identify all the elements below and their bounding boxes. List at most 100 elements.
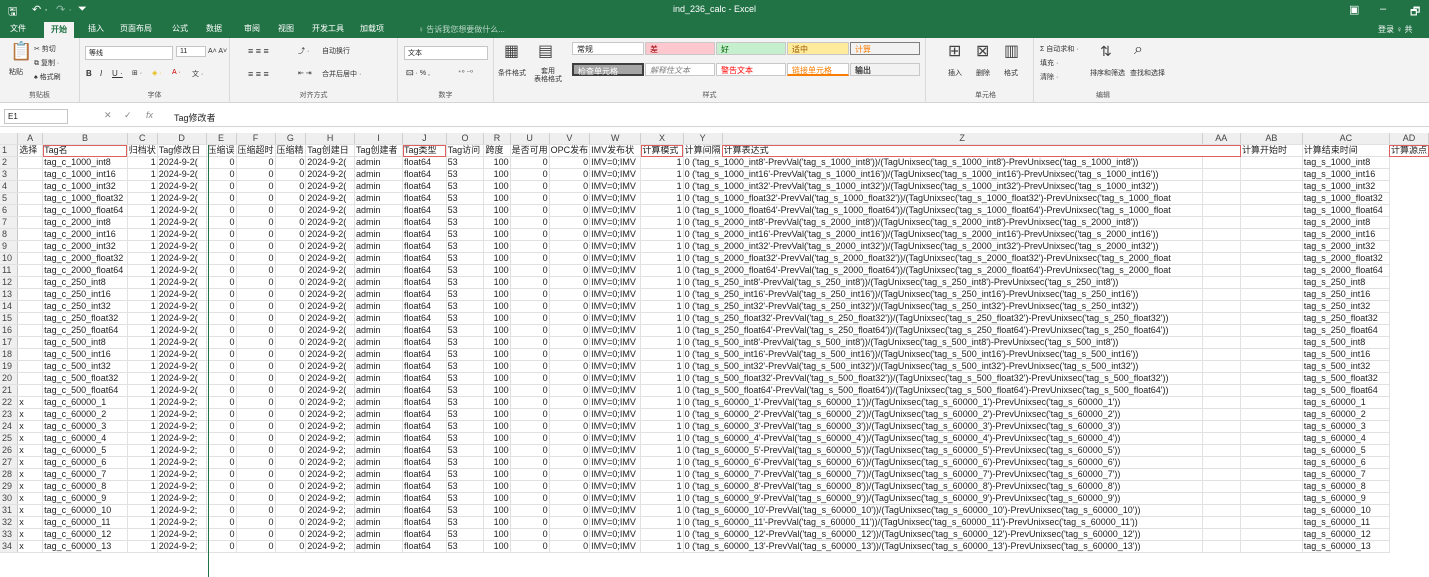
access-cell[interactable]: 53 (446, 432, 485, 445)
tag-name-cell[interactable]: tag_c_60000_11 (42, 516, 128, 529)
calc-expression-cell[interactable]: 0 ('tag_s_60000_7'-PrevVal('tag_s_60000_… (683, 468, 1203, 481)
comp-err-cell[interactable]: 0 (206, 396, 237, 409)
calc-source-cell[interactable]: tag_s_60000_1 (1302, 396, 1390, 409)
tag-type-cell[interactable]: float64 (402, 324, 447, 337)
modify-date-cell[interactable]: 2024-9-2; (157, 468, 207, 481)
span-cell[interactable]: 100 (483, 324, 511, 337)
creator-cell[interactable]: admin (354, 384, 404, 397)
select-cell[interactable] (17, 372, 44, 385)
access-cell[interactable]: 53 (446, 492, 485, 505)
comp-prec-cell[interactable]: 0 (275, 528, 307, 541)
calc-start-cell[interactable] (1202, 264, 1242, 277)
tag-name-cell[interactable]: tag_c_60000_7 (42, 468, 128, 481)
calc-end-cell[interactable] (1240, 324, 1303, 337)
access-cell[interactable]: 53 (446, 264, 485, 277)
opc-cell[interactable]: 0 (549, 168, 591, 181)
select-cell[interactable] (17, 276, 44, 289)
imv-cell[interactable]: IMV=0;IMV (589, 432, 642, 445)
comp-timeout-cell[interactable]: 0 (236, 480, 276, 493)
creator-cell[interactable]: admin (354, 204, 404, 217)
calc-start-cell[interactable] (1202, 156, 1242, 169)
comp-err-cell[interactable]: 0 (206, 156, 237, 169)
opc-cell[interactable]: 0 (549, 216, 591, 229)
column-header[interactable]: V (549, 133, 591, 145)
modify-date-cell[interactable]: 2024-9-2( (157, 360, 207, 373)
column-title[interactable]: Tag访问 (446, 144, 485, 157)
style-check-cell[interactable]: 检查单元格 (572, 63, 644, 76)
calc-mode-cell[interactable]: 1 (640, 300, 684, 313)
tag-name-cell[interactable]: tag_c_60000_4 (42, 432, 128, 445)
calc-expression-cell[interactable]: 0 ('tag_s_60000_10'-PrevVal('tag_s_60000… (683, 504, 1203, 517)
calc-mode-cell[interactable]: 1 (640, 384, 684, 397)
column-header[interactable]: H (305, 133, 355, 145)
calc-mode-cell[interactable]: 1 (640, 252, 684, 265)
modify-date-cell[interactable]: 2024-9-2( (157, 156, 207, 169)
access-cell[interactable]: 53 (446, 480, 485, 493)
align-top-icon[interactable]: ≡ ≡ ≡ (248, 46, 269, 56)
row-header[interactable]: 8 (0, 228, 19, 241)
calc-start-cell[interactable] (1202, 468, 1242, 481)
select-cell[interactable]: x (17, 456, 44, 469)
imv-cell[interactable]: IMV=0;IMV (589, 168, 642, 181)
enabled-cell[interactable]: 0 (510, 192, 550, 205)
opc-cell[interactable]: 0 (549, 456, 591, 469)
tag-name-cell[interactable]: tag_c_60000_6 (42, 456, 128, 469)
imv-cell[interactable]: IMV=0;IMV (589, 492, 642, 505)
calc-mode-cell[interactable]: 1 (640, 420, 684, 433)
format-cells-icon[interactable]: ▥ (1004, 44, 1019, 60)
calc-mode-cell[interactable]: 1 (640, 240, 684, 253)
span-cell[interactable]: 100 (483, 204, 511, 217)
modify-date-cell[interactable]: 2024-9-2; (157, 504, 207, 517)
insert-function-icon[interactable]: fx (146, 110, 153, 120)
tag-name-cell[interactable]: tag_c_1000_float32 (42, 192, 128, 205)
comp-timeout-cell[interactable]: 0 (236, 312, 276, 325)
row-header[interactable]: 1 (0, 144, 19, 157)
tab-formulas[interactable]: 公式 (172, 23, 188, 34)
enabled-cell[interactable]: 0 (510, 228, 550, 241)
calc-expression-cell[interactable]: 0 ('tag_s_250_int8'-PrevVal('tag_s_250_i… (683, 276, 1203, 289)
creator-cell[interactable]: admin (354, 324, 404, 337)
comp-prec-cell[interactable]: 0 (275, 180, 307, 193)
select-cell[interactable] (17, 156, 44, 169)
enabled-cell[interactable]: 0 (510, 360, 550, 373)
creator-cell[interactable]: admin (354, 228, 404, 241)
tab-view[interactable]: 视图 (278, 23, 294, 34)
comp-err-cell[interactable]: 0 (206, 468, 237, 481)
comp-timeout-cell[interactable]: 0 (236, 300, 276, 313)
create-date-cell[interactable]: 2024-9-2( (305, 324, 355, 337)
imv-cell[interactable]: IMV=0;IMV (589, 360, 642, 373)
calc-end-cell[interactable] (1240, 396, 1303, 409)
access-cell[interactable]: 53 (446, 300, 485, 313)
comp-prec-cell[interactable]: 0 (275, 444, 307, 457)
comp-prec-cell[interactable]: 0 (275, 324, 307, 337)
style-linked-cell[interactable]: 链接单元格 (787, 63, 849, 76)
comp-prec-cell[interactable]: 0 (275, 432, 307, 445)
select-cell[interactable]: x (17, 528, 44, 541)
column-header[interactable]: E (206, 133, 237, 145)
archive-cell[interactable]: 1 (127, 156, 158, 169)
create-date-cell[interactable]: 2024-9-2; (305, 492, 355, 505)
calc-expression-cell[interactable]: 0 ('tag_s_1000_float32'-PrevVal('tag_s_1… (683, 192, 1203, 205)
comp-timeout-cell[interactable]: 0 (236, 420, 276, 433)
archive-cell[interactable]: 1 (127, 264, 158, 277)
row-header[interactable]: 32 (0, 516, 19, 529)
calc-expression-cell[interactable]: 0 ('tag_s_1000_int8'-PrevVal('tag_s_1000… (683, 156, 1203, 169)
row-header[interactable]: 34 (0, 540, 19, 553)
column-title[interactable]: Tag创建日 (305, 144, 355, 157)
row-header[interactable]: 33 (0, 528, 19, 541)
creator-cell[interactable]: admin (354, 396, 404, 409)
tag-type-cell[interactable]: float64 (402, 264, 447, 277)
column-header[interactable]: Z (722, 133, 1203, 145)
comp-err-cell[interactable]: 0 (206, 492, 237, 505)
modify-date-cell[interactable]: 2024-9-2( (157, 324, 207, 337)
enabled-cell[interactable]: 0 (510, 492, 550, 505)
creator-cell[interactable]: admin (354, 528, 404, 541)
access-cell[interactable]: 53 (446, 156, 485, 169)
calc-start-cell[interactable] (1202, 276, 1242, 289)
paste-icon[interactable]: 📋 (10, 42, 32, 60)
span-cell[interactable]: 100 (483, 348, 511, 361)
span-cell[interactable]: 100 (483, 540, 511, 553)
create-date-cell[interactable]: 2024-9-2( (305, 228, 355, 241)
comp-timeout-cell[interactable]: 0 (236, 180, 276, 193)
column-title[interactable]: 选择 (17, 144, 44, 157)
